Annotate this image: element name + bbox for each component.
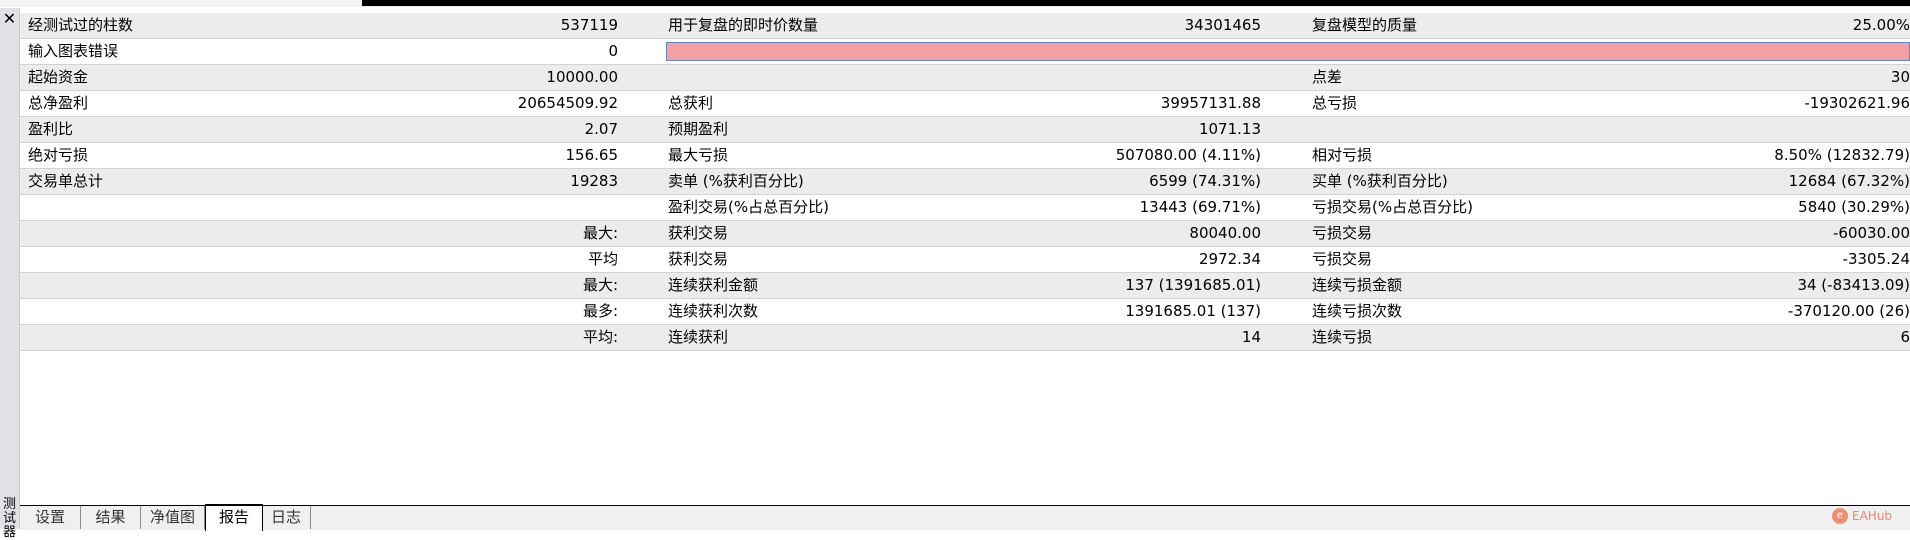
report-value-col1: 平均 (587, 250, 618, 268)
bottom-tab-bar: 设置 结果 净值图 报告 日志 (20, 504, 1910, 531)
chart-error-highlight-bar (666, 42, 1910, 61)
report-value-col2: 137 (1391685.01) (1125, 276, 1261, 294)
report-value-col3: 12684 (67.32%) (1788, 172, 1910, 190)
report-row: 最大: 连续获利金额 137 (1391685.01) 连续亏损金额 34 (-8341… (20, 273, 1910, 299)
report-value-col2: 2972.34 (1198, 250, 1261, 268)
report-row: 平均 获利交易 2972.34 亏损交易 -3305.24 (20, 247, 1910, 273)
eahub-watermark-text: EAHub (1852, 509, 1893, 523)
report-label-col2: 用于复盘的即时价数量 (668, 16, 819, 34)
top-edge-bar (0, 0, 1910, 7)
report-row: 起始资金 10000.00 点差 30 (20, 65, 1910, 91)
eahub-watermark: e EAHub (1832, 507, 1892, 525)
report-value-col3: 34 (-83413.09) (1797, 276, 1910, 294)
report-label-col3: 连续亏损 (1312, 328, 1373, 346)
tab-2[interactable]: 净值图 (141, 506, 205, 529)
report-label-col2: 连续获利金额 (668, 276, 759, 294)
tab-3[interactable]: 报告 (205, 504, 263, 531)
report-label-col1: 经测试过的柱数 (28, 16, 134, 34)
report-value-col2: 39957131.88 (1160, 94, 1261, 112)
tab-0[interactable]: 设置 (20, 506, 81, 529)
report-value-col2: 1391685.01 (137) (1125, 302, 1261, 320)
report-label-col1: 起始资金 (28, 68, 89, 86)
report-label-col3: 连续亏损金额 (1312, 276, 1403, 294)
report-value-col2: 507080.00 (4.11%) (1115, 146, 1261, 164)
report-row: 经测试过的柱数 537119 用于复盘的即时价数量 34301465 复盘模型的质量 25… (20, 13, 1910, 39)
report-value-col3: -19302621.96 (1804, 94, 1910, 112)
report-value-col3: -370120.00 (26) (1787, 302, 1910, 320)
report-value-col1: 2.07 (584, 120, 618, 138)
report-value-col1: 20654509.92 (517, 94, 618, 112)
report-value-col1: 最大: (582, 224, 618, 242)
report-row: 盈利比 2.07 预期盈利 1071.13 (20, 117, 1910, 143)
report-label-col2: 总获利 (668, 94, 714, 112)
report-value-col1: 0 (608, 42, 618, 60)
report-label-col2: 卖单 (%获利百分比) (668, 172, 804, 190)
report-label-col3: 点差 (1312, 68, 1343, 86)
report-label-col1: 盈利比 (28, 120, 74, 138)
report-label-col2: 获利交易 (668, 250, 729, 268)
report-value-col3: 6 (1900, 328, 1910, 346)
report-row: 最多: 连续获利次数 1391685.01 (137) 连续亏损次数 -370120.0… (20, 299, 1910, 325)
report-value-col1: 156.65 (565, 146, 619, 164)
report-label-col3: 连续亏损次数 (1312, 302, 1403, 320)
report-value-col3: -3305.24 (1842, 250, 1910, 268)
tester-side-label: 测试器 (2, 497, 16, 540)
report-label-col3: 亏损交易(%占总百分比) (1312, 198, 1473, 216)
report-label-col1: 输入图表错误 (28, 42, 119, 60)
report-value-col3: 8.50% (12832.79) (1774, 146, 1910, 164)
report-label-col3: 亏损交易 (1312, 224, 1373, 242)
report-label-col1: 总净盈利 (28, 94, 89, 112)
report-label-col2: 连续获利 (668, 328, 729, 346)
report-row: 输入图表错误 0 (20, 39, 1910, 65)
report-label-col3: 买单 (%获利百分比) (1312, 172, 1448, 190)
report-label-col3: 复盘模型的质量 (1312, 16, 1418, 34)
report-label-col3: 亏损交易 (1312, 250, 1373, 268)
report-value-col2: 80040.00 (1189, 224, 1261, 242)
report-value-col2: 6599 (74.31%) (1149, 172, 1261, 190)
close-icon[interactable]: ✕ (2, 9, 17, 29)
report-label-col1: 绝对亏损 (28, 146, 89, 164)
eahub-logo-icon: e (1832, 508, 1848, 524)
report-value-col3: -60030.00 (1833, 224, 1910, 242)
report-label-col2: 获利交易 (668, 224, 729, 242)
report-row: 最大: 获利交易 80040.00 亏损交易 -60030.00 (20, 221, 1910, 247)
report-row: 交易单总计 19283 卖单 (%获利百分比) 6599 (74.31%) 买单 (%获… (20, 169, 1910, 195)
report-label-col3: 总亏损 (1312, 94, 1358, 112)
report-value-col1: 最大: (582, 276, 618, 294)
report-label-col2: 预期盈利 (668, 120, 729, 138)
report-row: 平均: 连续获利 14 连续亏损 6 (20, 325, 1910, 351)
tester-side-strip (0, 8, 20, 529)
report-value-col1: 10000.00 (546, 68, 618, 86)
report-value-col2: 34301465 (1184, 16, 1261, 34)
report-value-col1: 537119 (560, 16, 618, 34)
report-value-col3: 5840 (30.29%) (1798, 198, 1910, 216)
top-dark-band (362, 0, 1910, 6)
report-label-col2: 盈利交易(%占总百分比) (668, 198, 829, 216)
report-row: 总净盈利 20654509.92 总获利 39957131.88 总亏损 -1930262… (20, 91, 1910, 117)
report-value-col3: 25.00% (1852, 16, 1910, 34)
report-value-col1: 19283 (570, 172, 618, 190)
report-row: 绝对亏损 156.65 最大亏损 507080.00 (4.11%) 相对亏损 8.50%… (20, 143, 1910, 169)
report-value-col2: 1071.13 (1198, 120, 1261, 138)
report-value-col2: 14 (1241, 328, 1261, 346)
report-value-col1: 最多: (582, 302, 618, 320)
report-value-col2: 13443 (69.71%) (1139, 198, 1261, 216)
report-value-col3: 30 (1890, 68, 1910, 86)
report-label-col2: 最大亏损 (668, 146, 729, 164)
report-label-col2: 连续获利次数 (668, 302, 759, 320)
report-label-col1: 交易单总计 (28, 172, 104, 190)
tab-4[interactable]: 日志 (262, 506, 311, 529)
tab-1[interactable]: 结果 (81, 506, 141, 529)
report-label-col3: 相对亏损 (1312, 146, 1373, 164)
report-row: 盈利交易(%占总百分比) 13443 (69.71%) 亏损交易(%占总百分比) 58… (20, 195, 1910, 221)
report-table: 经测试过的柱数 537119 用于复盘的即时价数量 34301465 复盘模型的质量 25… (20, 13, 1910, 351)
report-value-col1: 平均: (582, 328, 618, 346)
